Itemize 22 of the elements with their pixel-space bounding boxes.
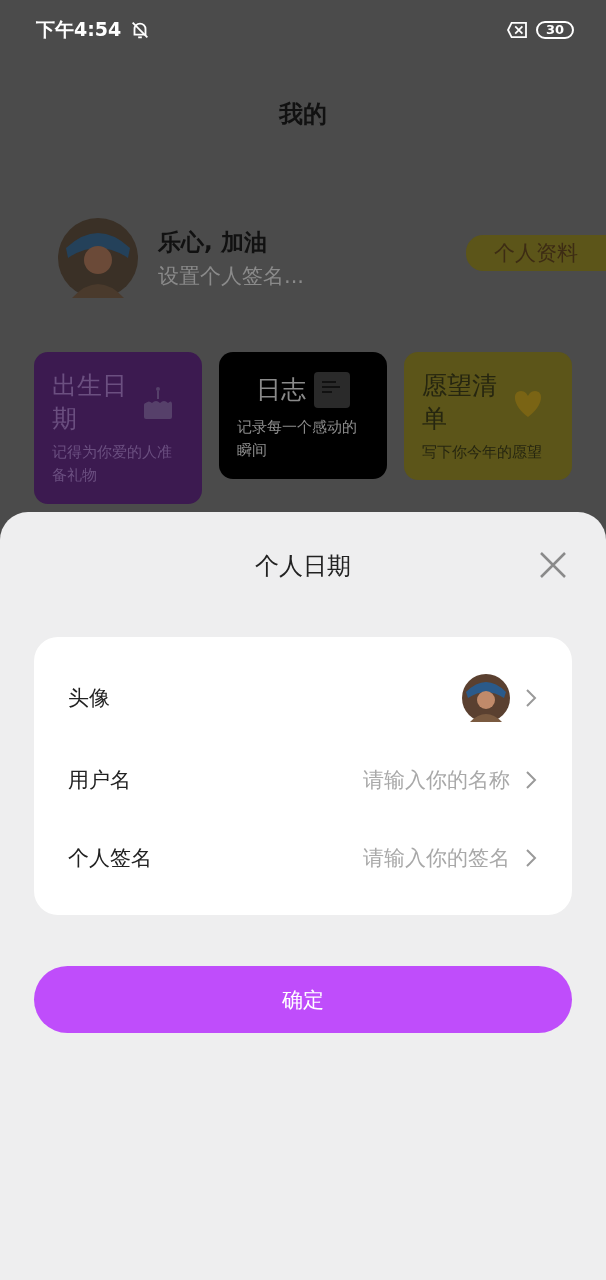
chevron-right-icon xyxy=(524,687,538,709)
text-field[interactable]: 请输入你的签名 xyxy=(320,846,510,870)
card-title: 日志 xyxy=(256,373,306,406)
avatar-icon xyxy=(58,218,138,298)
sheet-title: 个人日期 xyxy=(255,551,351,582)
page-title: 我的 xyxy=(278,99,328,130)
text-field[interactable]: 请输入你的名称 xyxy=(320,768,510,792)
feature-card[interactable]: 日志 记录每一个感动的瞬间 xyxy=(219,352,387,479)
card-subtitle: 记录每一个感动的瞬间 xyxy=(237,417,358,462)
sim-blocked-icon xyxy=(505,21,528,39)
clock-time: 下午4:54 xyxy=(36,17,122,42)
chevron-right-icon xyxy=(524,769,538,791)
signature-text: 设置个人签名... xyxy=(158,262,306,290)
field-label: 头像 xyxy=(68,685,111,712)
user-name: 乐心, 加油 xyxy=(158,227,268,257)
chevron-right-icon xyxy=(524,847,538,869)
field-label: 个人签名 xyxy=(68,845,153,872)
confirm-button[interactable]: 确定 xyxy=(34,966,572,1033)
avatar-icon[interactable] xyxy=(462,674,510,722)
document-icon xyxy=(312,370,352,410)
field-label: 用户名 xyxy=(68,767,132,794)
battery-level: 30 xyxy=(535,21,574,39)
